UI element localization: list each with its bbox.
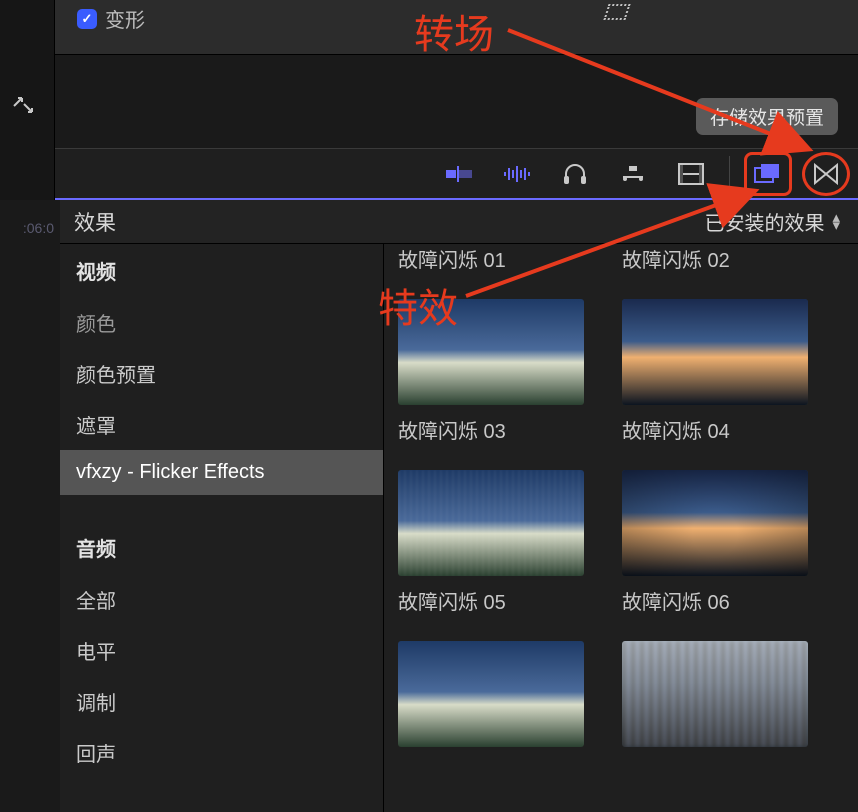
installed-effects-dropdown[interactable]: 已安装的效果 ▴▾ bbox=[704, 207, 840, 236]
sidebar-item-color-presets[interactable]: 颜色预置 bbox=[60, 348, 383, 399]
transform-checkbox-row[interactable]: ✓ 变形 bbox=[77, 4, 145, 33]
sidebar-item-all[interactable]: 全部 bbox=[60, 574, 383, 625]
toolbar-separator bbox=[729, 156, 730, 192]
transitions-browser-button[interactable] bbox=[802, 152, 850, 196]
color-correction-icon[interactable] bbox=[609, 152, 657, 196]
crop-distort-icon[interactable] bbox=[606, 4, 628, 24]
effect-label: 故障闪烁 05 bbox=[398, 576, 584, 641]
effect-thumbnail bbox=[398, 299, 584, 405]
clip-trim-icon[interactable] bbox=[435, 152, 483, 196]
effect-thumbnail bbox=[622, 470, 808, 576]
transform-checkbox[interactable]: ✓ bbox=[77, 9, 97, 29]
effect-label: 故障闪烁 02 bbox=[622, 244, 808, 299]
sidebar-item-flicker-effects[interactable]: vfxzy - Flicker Effects bbox=[60, 450, 383, 495]
left-gutter bbox=[0, 0, 55, 200]
effects-title: 效果 bbox=[74, 207, 116, 237]
sidebar-item-modulation[interactable]: 调制 bbox=[60, 676, 383, 727]
chevron-updown-icon: ▴▾ bbox=[832, 214, 840, 229]
sidebar-item-levels[interactable]: 电平 bbox=[60, 625, 383, 676]
effect-label: 故障闪烁 06 bbox=[622, 576, 808, 641]
effects-panel-header: 效果 已安装的效果 ▴▾ bbox=[60, 200, 858, 244]
filmstrip-icon[interactable] bbox=[667, 152, 715, 196]
effect-item[interactable]: 故障闪烁 03 bbox=[398, 299, 584, 470]
effect-item[interactable]: 故障闪烁 06 bbox=[622, 470, 808, 641]
browser-toolbar bbox=[55, 148, 858, 200]
effects-grid: 故障闪烁 01 故障闪烁 02 故障闪烁 03 故障闪烁 04 故障闪烁 05 … bbox=[384, 244, 858, 812]
effect-thumbnail bbox=[398, 641, 584, 747]
expand-icon[interactable] bbox=[12, 94, 34, 116]
effects-sidebar: 视频 颜色 颜色预置 遮罩 vfxzy - Flicker Effects 音频… bbox=[60, 244, 384, 812]
effect-item[interactable] bbox=[398, 641, 584, 747]
sidebar-audio-header: 音频 bbox=[60, 521, 383, 574]
effects-browser-button[interactable] bbox=[744, 152, 792, 196]
effect-item[interactable]: 故障闪烁 04 bbox=[622, 299, 808, 470]
effect-thumbnail bbox=[622, 641, 808, 747]
effect-item[interactable]: 故障闪烁 05 bbox=[398, 470, 584, 641]
transform-label: 变形 bbox=[105, 4, 145, 33]
sidebar-item-mask[interactable]: 遮罩 bbox=[60, 399, 383, 450]
audio-waveform-icon[interactable] bbox=[493, 152, 541, 196]
effect-thumbnail bbox=[398, 470, 584, 576]
timecode-fragment: :06:0 bbox=[0, 202, 60, 236]
save-effect-preset-button[interactable]: 存储效果预置 bbox=[696, 98, 838, 135]
effect-label: 故障闪烁 03 bbox=[398, 405, 584, 470]
sidebar-video-header: 视频 bbox=[60, 244, 383, 297]
inspector-top-strip: ✓ 变形 bbox=[55, 0, 858, 55]
installed-effects-label: 已安装的效果 bbox=[704, 207, 824, 236]
effect-label: 故障闪烁 01 bbox=[398, 244, 584, 299]
sidebar-item-color[interactable]: 颜色 bbox=[60, 297, 383, 348]
sidebar-item-echo[interactable]: 回声 bbox=[60, 727, 383, 778]
effect-thumbnail bbox=[622, 299, 808, 405]
effect-label: 故障闪烁 04 bbox=[622, 405, 808, 470]
headphones-icon[interactable] bbox=[551, 152, 599, 196]
effect-item[interactable] bbox=[622, 641, 808, 747]
